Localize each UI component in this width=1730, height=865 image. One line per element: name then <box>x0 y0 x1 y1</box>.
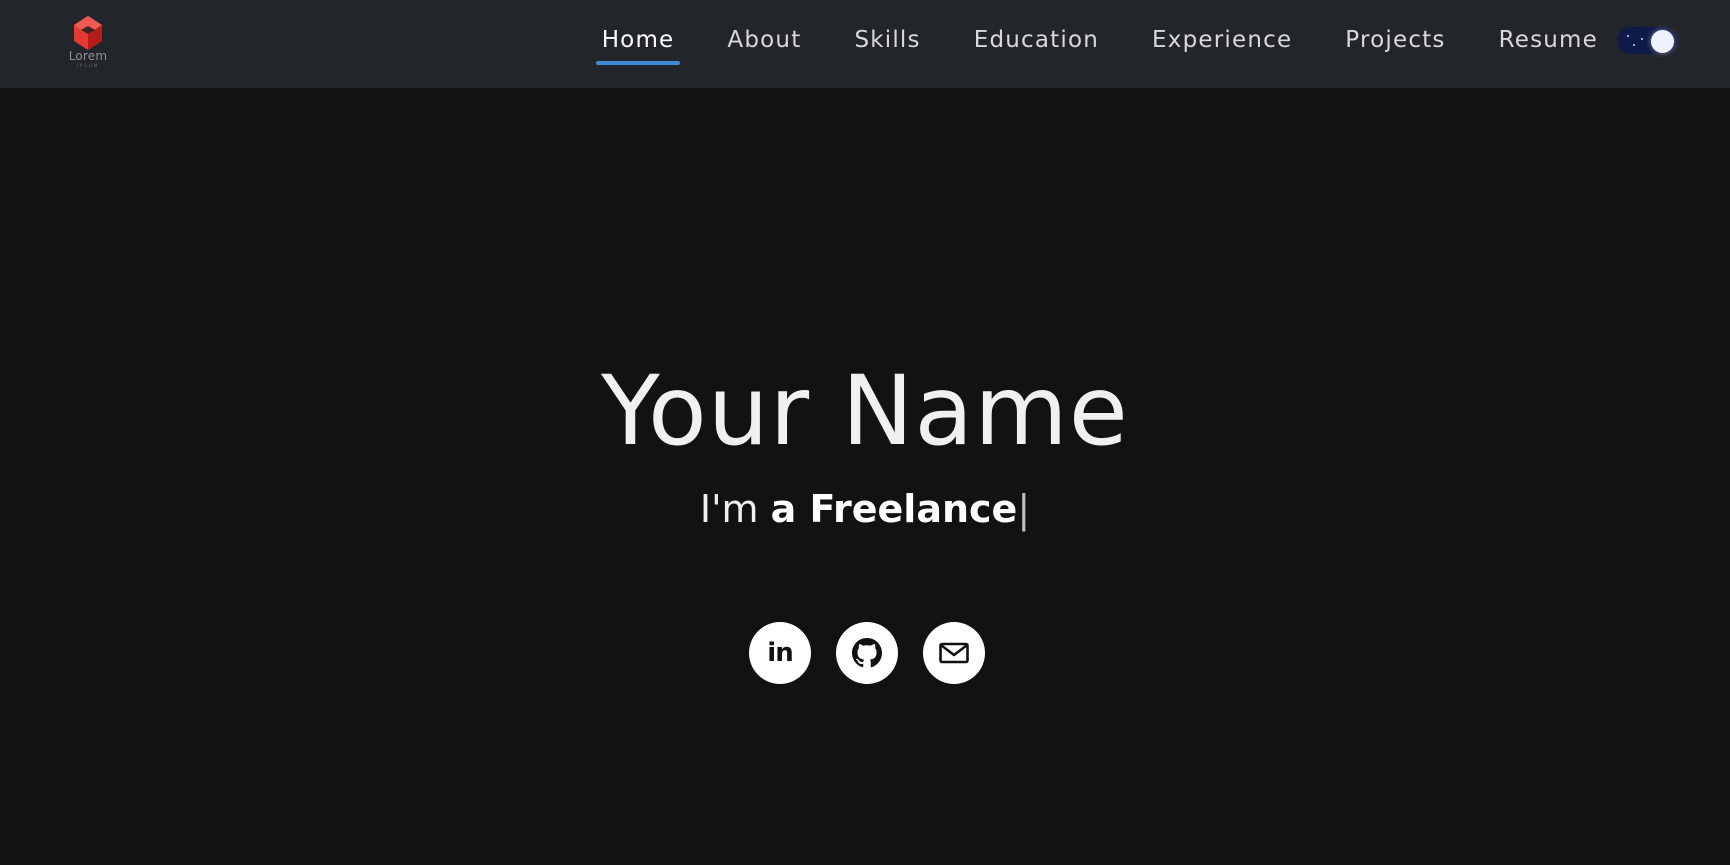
navbar: Lorem IPSUM Home About Skills Education … <box>0 0 1730 88</box>
hero-tagline: I'm a Freelance| <box>0 486 1730 532</box>
brand-logo[interactable]: Lorem IPSUM <box>62 14 114 74</box>
nav-item-resume[interactable]: Resume <box>1493 27 1604 53</box>
logo-text: Lorem <box>68 49 108 63</box>
theme-toggle[interactable] <box>1617 27 1677 54</box>
hero-section: Your Name I'm a Freelance| in <box>0 88 1730 865</box>
nav-item-label: Education <box>973 27 1100 53</box>
tagline-typed-text: a Freelance <box>770 487 1018 531</box>
typing-cursor: | <box>1017 487 1031 531</box>
nav-item-education[interactable]: Education <box>968 27 1105 53</box>
active-nav-underline <box>595 61 681 65</box>
star-icon <box>1627 35 1629 37</box>
nav-menu: Home About Skills Education Experience P… <box>595 0 1604 80</box>
nav-item-label: Home <box>601 27 675 53</box>
logo-cube-icon <box>74 16 102 50</box>
email-button[interactable] <box>923 622 985 684</box>
hero-name: Your Name <box>601 355 1129 467</box>
nav-item-label: About <box>727 27 802 53</box>
linkedin-button[interactable]: in <box>749 622 811 684</box>
linkedin-icon: in <box>767 638 793 668</box>
nav-item-label: Projects <box>1345 27 1446 53</box>
tagline-prefix: I'm <box>699 487 771 531</box>
nav-item-home[interactable]: Home <box>595 27 681 65</box>
star-icon <box>1633 44 1635 46</box>
github-button[interactable] <box>836 622 898 684</box>
nav-item-experience[interactable]: Experience <box>1146 27 1298 53</box>
logo-subtext: IPSUM <box>76 63 100 68</box>
nav-item-about[interactable]: About <box>721 27 807 53</box>
github-icon <box>852 638 882 668</box>
nav-item-projects[interactable]: Projects <box>1339 27 1451 53</box>
social-links: in <box>749 622 985 684</box>
nav-item-skills[interactable]: Skills <box>848 27 926 53</box>
nav-item-label: Skills <box>854 27 921 53</box>
mail-icon <box>939 642 969 664</box>
nav-item-label: Resume <box>1498 27 1598 53</box>
nav-item-label: Experience <box>1152 27 1293 53</box>
star-icon <box>1641 38 1643 40</box>
moon-toggle-icon <box>1651 30 1674 53</box>
